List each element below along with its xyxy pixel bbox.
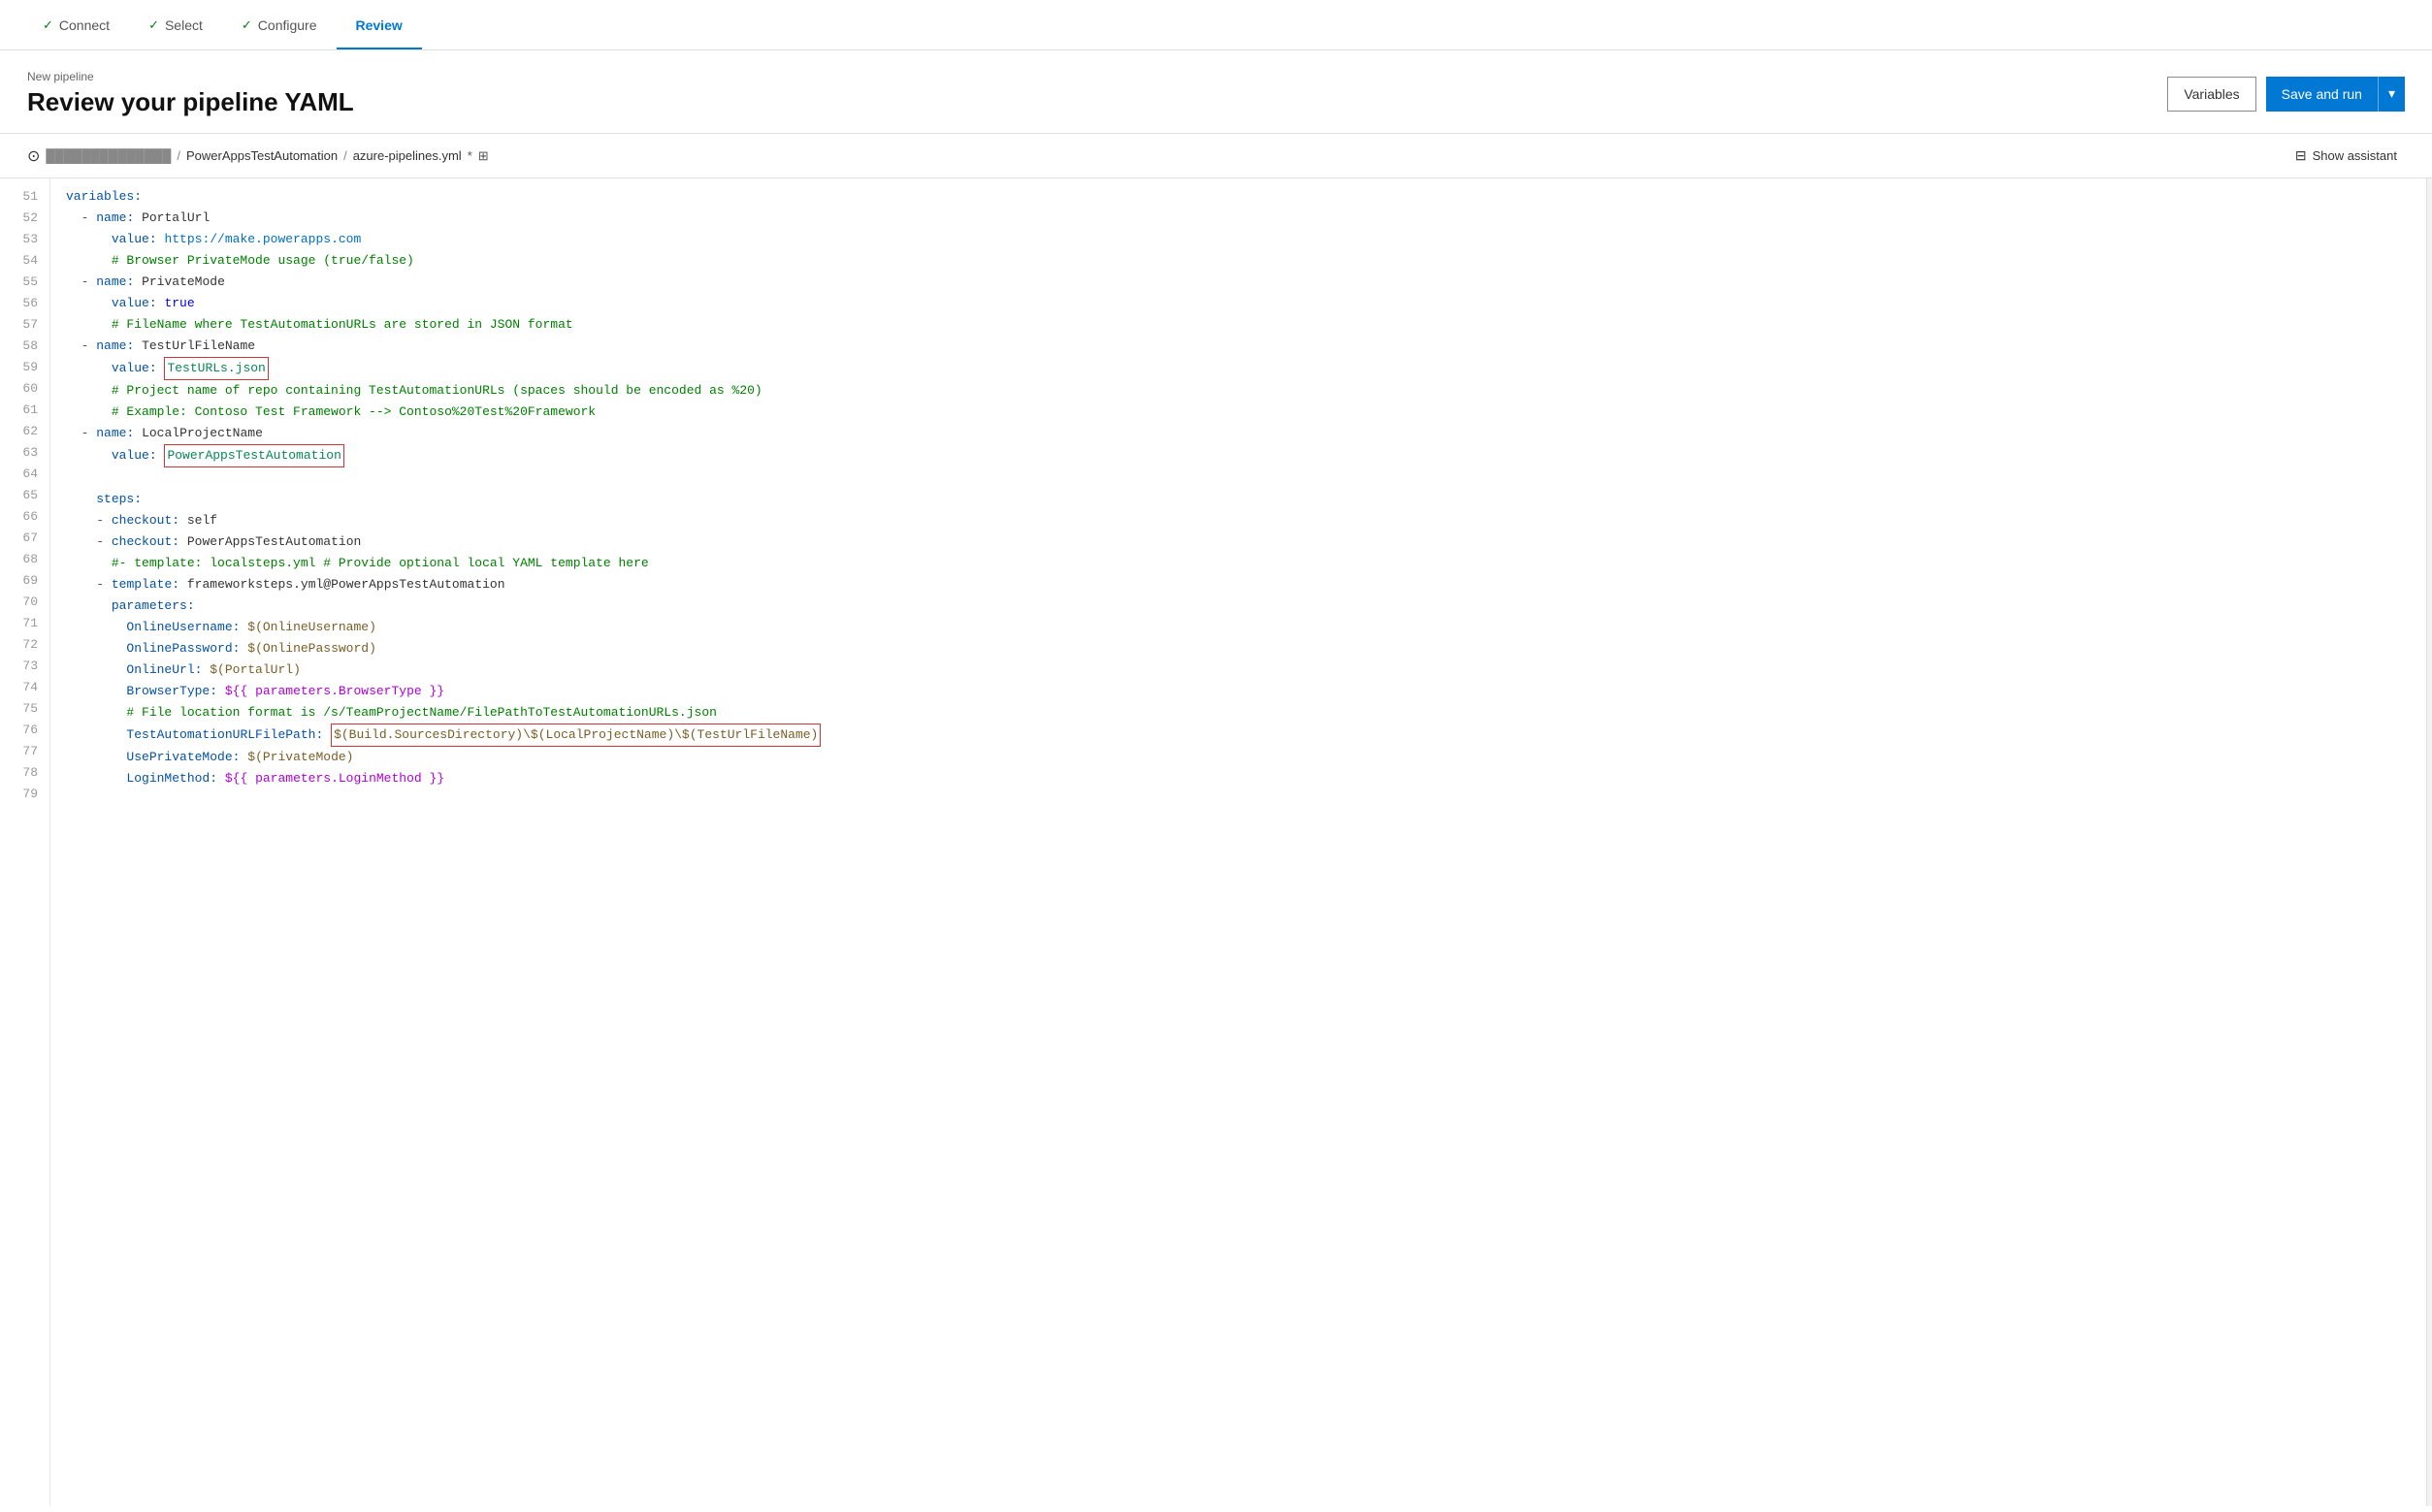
ln-73: 73	[16, 656, 38, 677]
ln-62: 62	[16, 421, 38, 442]
ln-60: 60	[16, 378, 38, 400]
ln-74: 74	[16, 677, 38, 698]
code-line-64	[66, 467, 2411, 489]
ln-63: 63	[16, 442, 38, 464]
ln-72: 72	[16, 634, 38, 656]
code-text[interactable]: variables: - name: PortalUrl value: http…	[50, 178, 2426, 1506]
save-and-run-label: Save and run	[2266, 86, 2378, 102]
code-line-68: #- template: localsteps.yml # Provide op…	[66, 553, 2411, 574]
code-line-77: UsePrivateMode: $(PrivateMode)	[66, 747, 2411, 768]
ln-66: 66	[16, 506, 38, 528]
modified-indicator: *	[468, 148, 472, 163]
ln-51: 51	[16, 186, 38, 208]
path-sep-2: /	[343, 148, 347, 163]
ln-52: 52	[16, 208, 38, 229]
ln-64: 64	[16, 464, 38, 485]
code-line-73: OnlineUrl: $(PortalUrl)	[66, 659, 2411, 681]
code-line-55: - name: PrivateMode	[66, 272, 2411, 293]
nav-step-connect-label: Connect	[59, 17, 110, 33]
path-sep-1: /	[177, 148, 180, 163]
code-line-57: # FileName where TestAutomationURLs are …	[66, 314, 2411, 336]
ln-56: 56	[16, 293, 38, 314]
code-line-63: value: PowerAppsTestAutomation	[66, 444, 2411, 467]
nav-step-review[interactable]: Review	[337, 0, 422, 49]
code-line-58: - name: TestUrlFileName	[66, 336, 2411, 357]
code-line-74: BrowserType: ${{ parameters.BrowserType …	[66, 681, 2411, 702]
nav-step-configure[interactable]: ✓ Configure	[222, 0, 337, 49]
github-icon: ⊙	[27, 146, 40, 166]
ln-68: 68	[16, 549, 38, 570]
code-line-60: # Project name of repo containing TestAu…	[66, 380, 2411, 402]
code-line-76: TestAutomationURLFilePath: $(Build.Sourc…	[66, 724, 2411, 747]
assistant-icon: ⊟	[2295, 147, 2307, 164]
code-line-69: - template: frameworksteps.yml@PowerApps…	[66, 574, 2411, 595]
show-assistant-button[interactable]: ⊟ Show assistant	[2287, 144, 2405, 168]
nav-step-configure-label: Configure	[258, 17, 317, 33]
ln-58: 58	[16, 336, 38, 357]
code-line-53: value: https://make.powerapps.com	[66, 229, 2411, 250]
code-line-65: steps:	[66, 489, 2411, 510]
code-line-56: value: true	[66, 293, 2411, 314]
wizard-nav: ✓ Connect ✓ Select ✓ Configure Review	[0, 0, 2432, 50]
code-editor[interactable]: 51 52 53 54 55 56 57 58 59 60 61 62 63 6…	[0, 178, 2432, 1506]
code-line-61: # Example: Contoso Test Framework --> Co…	[66, 402, 2411, 423]
ln-61: 61	[16, 400, 38, 421]
code-line-75: # File location format is /s/TeamProject…	[66, 702, 2411, 724]
nav-step-select[interactable]: ✓ Select	[129, 0, 222, 49]
ln-67: 67	[16, 528, 38, 549]
code-line-66: - checkout: self	[66, 510, 2411, 531]
file-actions-icon[interactable]: ⊞	[478, 148, 489, 164]
code-line-72: OnlinePassword: $(OnlinePassword)	[66, 638, 2411, 659]
nav-step-review-label: Review	[356, 17, 403, 33]
ln-53: 53	[16, 229, 38, 250]
ln-59: 59	[16, 357, 38, 378]
variables-button[interactable]: Variables	[2167, 77, 2255, 112]
ln-71: 71	[16, 613, 38, 634]
ln-79: 79	[16, 784, 38, 805]
ln-76: 76	[16, 720, 38, 741]
code-line-79	[66, 789, 2411, 811]
page-header: New pipeline Review your pipeline YAML V…	[0, 50, 2432, 134]
code-line-59: value: TestURLs.json	[66, 357, 2411, 380]
select-check-icon: ✓	[148, 17, 159, 33]
line-numbers: 51 52 53 54 55 56 57 58 59 60 61 62 63 6…	[0, 178, 50, 1506]
code-line-70: parameters:	[66, 595, 2411, 617]
ln-57: 57	[16, 314, 38, 336]
red-box-76: $(Build.SourcesDirectory)\$(LocalProject…	[331, 724, 821, 747]
save-run-chevron-icon[interactable]: ▾	[2378, 77, 2405, 112]
ln-70: 70	[16, 592, 38, 613]
red-box-63: PowerAppsTestAutomation	[164, 444, 343, 467]
configure-check-icon: ✓	[242, 17, 252, 33]
repo-path: PowerAppsTestAutomation	[186, 148, 338, 163]
ln-77: 77	[16, 741, 38, 762]
page-title: Review your pipeline YAML	[27, 87, 354, 117]
code-line-51: variables:	[66, 186, 2411, 208]
ln-65: 65	[16, 485, 38, 506]
ln-54: 54	[16, 250, 38, 272]
code-line-52: - name: PortalUrl	[66, 208, 2411, 229]
connect-check-icon: ✓	[43, 17, 53, 33]
file-bar: ⊙ ██████████████ / PowerAppsTestAutomati…	[0, 134, 2432, 178]
nav-step-select-label: Select	[165, 17, 203, 33]
ln-75: 75	[16, 698, 38, 720]
code-line-71: OnlineUsername: $(OnlineUsername)	[66, 617, 2411, 638]
code-line-54: # Browser PrivateMode usage (true/false)	[66, 250, 2411, 272]
scrollbar[interactable]	[2426, 178, 2432, 1506]
repo-name: ██████████████	[46, 148, 171, 163]
save-and-run-button[interactable]: Save and run ▾	[2266, 77, 2405, 112]
file-name: azure-pipelines.yml	[353, 148, 462, 163]
code-line-62: - name: LocalProjectName	[66, 423, 2411, 444]
ln-78: 78	[16, 762, 38, 784]
header-actions: Variables Save and run ▾	[2167, 77, 2405, 112]
nav-step-connect[interactable]: ✓ Connect	[23, 0, 129, 49]
file-path: ⊙ ██████████████ / PowerAppsTestAutomati…	[27, 146, 489, 166]
ln-55: 55	[16, 272, 38, 293]
header-left: New pipeline Review your pipeline YAML	[27, 70, 354, 117]
show-assistant-label: Show assistant	[2313, 148, 2397, 163]
code-line-78: LoginMethod: ${{ parameters.LoginMethod …	[66, 768, 2411, 789]
ln-69: 69	[16, 570, 38, 592]
page-subtitle: New pipeline	[27, 70, 354, 83]
red-box-59: TestURLs.json	[164, 357, 268, 380]
code-line-67: - checkout: PowerAppsTestAutomation	[66, 531, 2411, 553]
